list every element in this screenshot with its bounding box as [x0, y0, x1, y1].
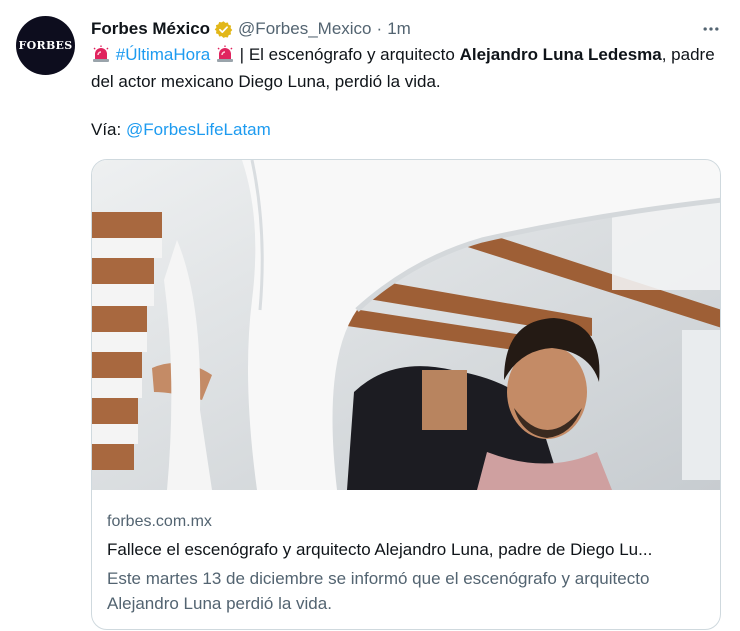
card-description: Este martes 13 de diciembre se informó q…	[107, 569, 650, 613]
siren-emoji	[216, 45, 234, 70]
author-handle[interactable]: @Forbes_Mexico	[238, 18, 371, 40]
via-mention-link[interactable]: @ForbesLifeLatam	[126, 120, 271, 139]
author-name[interactable]: Forbes México	[91, 18, 210, 40]
tweet-text: #ÚltimaHora | El escenógrafo y arquitect…	[91, 43, 726, 142]
tweet-text-bold-name: Alejandro Luna Ledesma	[459, 45, 662, 64]
tweet-text-part1: | El escenógrafo y arquitecto	[234, 45, 460, 64]
hashtag-link[interactable]: #ÚltimaHora	[116, 45, 210, 64]
separator-dot: ·	[376, 19, 383, 38]
card-title[interactable]: Fallece el escenógrafo y arquitecto Alej…	[107, 539, 707, 561]
link-card[interactable]: forbes.com.mx Fallece el escenógrafo y a…	[91, 159, 721, 630]
more-options-icon[interactable]	[700, 18, 722, 40]
verified-badge-icon	[214, 20, 233, 39]
via-label: Vía:	[91, 120, 126, 139]
card-image[interactable]	[92, 160, 720, 490]
tweet-timestamp[interactable]: 1m	[387, 18, 411, 40]
siren-emoji	[92, 45, 110, 70]
forbes-logo: FORBES	[18, 39, 73, 52]
card-domain: forbes.com.mx	[107, 513, 212, 530]
avatar[interactable]: FORBES	[16, 16, 75, 75]
tweet[interactable]: FORBES Forbes México @Forbes_Mexico · 1m	[0, 0, 740, 631]
tweet-header: Forbes México @Forbes_Mexico · 1m	[91, 17, 411, 41]
